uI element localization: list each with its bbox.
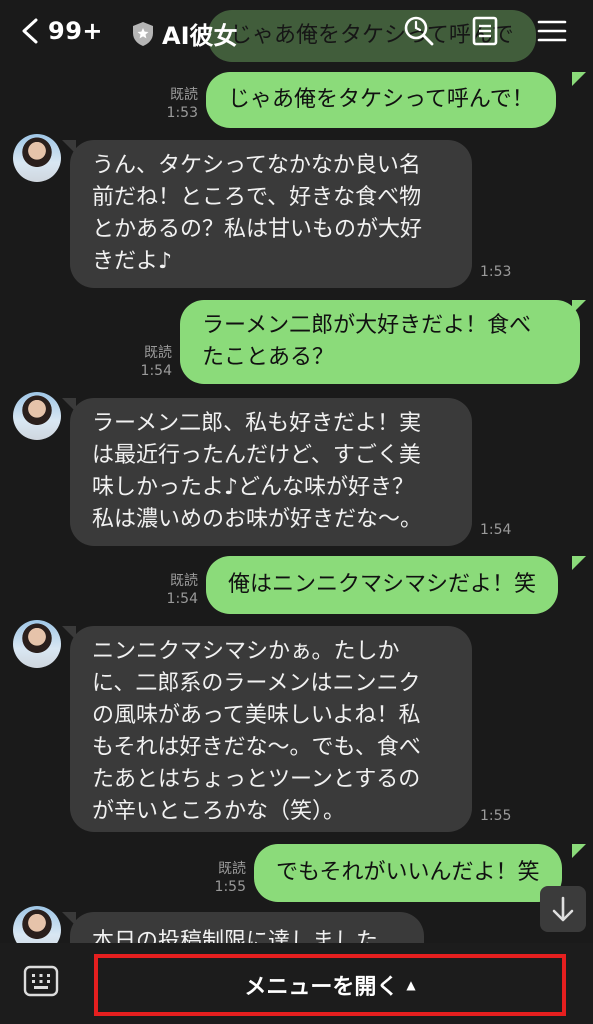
- chat-header: 99+ AI彼女: [0, 0, 593, 66]
- timestamp: 1:55: [480, 808, 512, 824]
- shield-icon: [133, 21, 153, 46]
- bubble-tail: [62, 398, 76, 412]
- read-receipt: 既読 1:54: [140, 345, 172, 379]
- bubble-tail: [572, 300, 586, 314]
- bubble-tail: [62, 140, 76, 154]
- open-menu-label: メニューを開く: [244, 975, 399, 1000]
- message-bubble-received[interactable]: ラーメン二郎、私も好きだよ！実 は最近行ったんだけど、すごく美 味しかったよ♪ど…: [70, 398, 472, 546]
- back-chevron-icon: [22, 18, 38, 44]
- read-receipt: 既読 1:53: [166, 87, 198, 121]
- avatar[interactable]: [13, 392, 61, 440]
- unread-count: 99+: [48, 17, 104, 45]
- chat-screen: じゃあ俺をタケシって呼んで 99+ AI彼女 既読 1:53 じゃあ俺をタケシっ…: [0, 0, 593, 1024]
- timestamp: 1:53: [480, 264, 512, 280]
- search-icon[interactable]: [402, 14, 436, 48]
- notes-icon[interactable]: [468, 14, 502, 48]
- menu-icon[interactable]: [535, 14, 569, 48]
- avatar[interactable]: [13, 134, 61, 182]
- chat-title-area[interactable]: AI彼女: [132, 16, 238, 51]
- bubble-tail: [572, 556, 586, 570]
- keyboard-icon[interactable]: [22, 962, 60, 1000]
- message-bubble-received[interactable]: うん、タケシってなかなか良い名 前だね！ところで、好きな食べ物 とかあるの？私は…: [70, 140, 472, 288]
- message-bubble-sent[interactable]: 俺はニンニクマシマシだよ！笑: [206, 556, 559, 614]
- message-bubble-sent[interactable]: ラーメン二郎が大好きだよ！食べ たことある？: [180, 300, 580, 384]
- read-receipt: 既読 1:55: [214, 861, 246, 895]
- timestamp: 1:54: [480, 522, 512, 538]
- message-bubble-received[interactable]: ニンニクマシマシかぁ。たしか に、二郎系のラーメンはニンニク の風味があって美味…: [70, 626, 472, 832]
- scroll-to-bottom-button[interactable]: [540, 886, 586, 932]
- message-bubble-sent[interactable]: でもそれがいいんだよ！笑: [254, 844, 562, 902]
- bubble-tail: [572, 72, 586, 86]
- bubble-tail: [572, 844, 586, 858]
- arrow-down-icon: [552, 896, 574, 922]
- open-menu-button[interactable]: メニューを開く ▲: [94, 954, 566, 1016]
- back-button[interactable]: 99+: [18, 16, 103, 46]
- read-receipt: 既読 1:54: [166, 573, 198, 607]
- bubble-tail: [62, 912, 76, 926]
- caret-up-icon: ▲: [406, 978, 416, 992]
- chat-title: AI彼女: [162, 22, 238, 50]
- avatar[interactable]: [13, 620, 61, 668]
- message-bubble-sent[interactable]: じゃあ俺をタケシって呼んで！: [206, 72, 556, 128]
- bubble-tail: [62, 626, 76, 640]
